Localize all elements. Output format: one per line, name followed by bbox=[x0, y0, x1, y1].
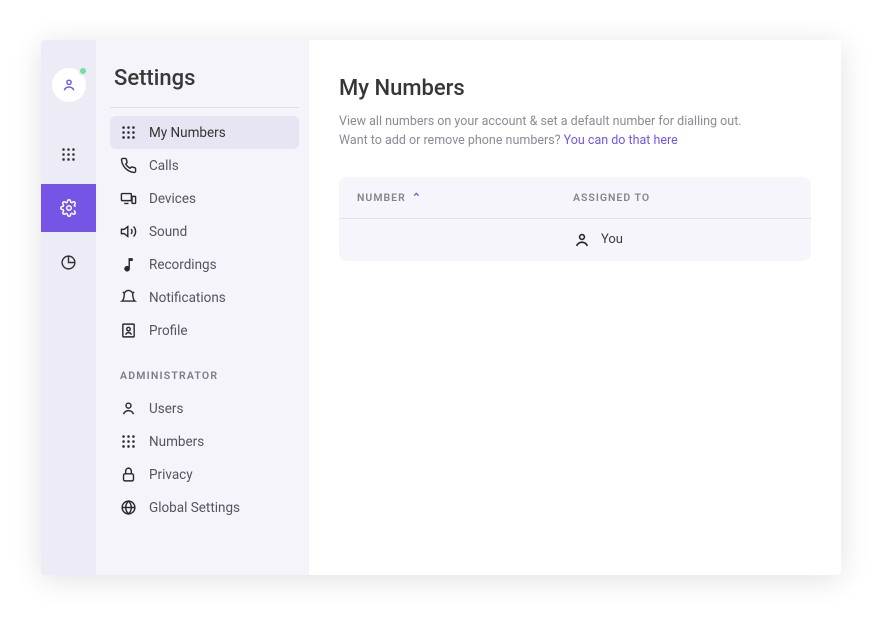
sound-icon bbox=[120, 223, 137, 240]
devices-icon bbox=[120, 190, 137, 207]
phone-icon bbox=[120, 157, 137, 174]
bell-icon bbox=[120, 289, 137, 306]
rail-analytics[interactable] bbox=[41, 238, 96, 286]
sidebar-item-calls[interactable]: Calls bbox=[110, 149, 299, 182]
numbers-table: NUMBER ⌃ ASSIGNED TO You bbox=[339, 177, 811, 261]
app-container: Settings My Numbers Calls Devices Sound … bbox=[41, 40, 841, 575]
sidebar-item-devices[interactable]: Devices bbox=[110, 182, 299, 215]
status-dot bbox=[78, 66, 88, 76]
person-icon bbox=[61, 77, 77, 93]
person-icon bbox=[120, 400, 137, 417]
sidebar-item-profile[interactable]: Profile bbox=[110, 314, 299, 347]
rail-settings[interactable] bbox=[41, 184, 96, 232]
column-assigned-label: ASSIGNED TO bbox=[573, 191, 650, 204]
navigation-rail bbox=[41, 40, 96, 575]
sidebar-item-label: Profile bbox=[149, 323, 188, 339]
sidebar-item-label: Global Settings bbox=[149, 500, 240, 516]
main-content: My Numbers View all numbers on your acco… bbox=[309, 40, 841, 575]
page-description: View all numbers on your account & set a… bbox=[339, 113, 811, 151]
gear-icon bbox=[60, 199, 78, 217]
sidebar-item-label: My Numbers bbox=[149, 125, 226, 141]
dialpad-icon bbox=[120, 124, 137, 141]
rail-dialpad[interactable] bbox=[41, 130, 96, 178]
globe-icon bbox=[120, 499, 137, 516]
sidebar-item-users[interactable]: Users bbox=[110, 392, 299, 425]
sidebar-item-numbers[interactable]: Numbers bbox=[110, 425, 299, 458]
music-note-icon bbox=[120, 256, 137, 273]
page-title: My Numbers bbox=[339, 76, 811, 101]
sidebar-item-global-settings[interactable]: Global Settings bbox=[110, 491, 299, 524]
sidebar-item-label: Sound bbox=[149, 224, 187, 240]
sort-arrow-up-icon: ⌃ bbox=[412, 191, 422, 204]
assigned-to-label: You bbox=[601, 232, 623, 247]
person-icon bbox=[573, 231, 591, 249]
table-row[interactable]: You bbox=[339, 219, 811, 261]
sidebar-title: Settings bbox=[110, 66, 299, 108]
dialpad-icon bbox=[60, 146, 77, 163]
desc-line-2: Want to add or remove phone numbers? bbox=[339, 133, 564, 148]
sidebar-item-label: Notifications bbox=[149, 290, 226, 306]
column-number[interactable]: NUMBER ⌃ bbox=[357, 191, 573, 204]
column-number-label: NUMBER bbox=[357, 191, 406, 204]
profile-card-icon bbox=[120, 322, 137, 339]
sidebar-item-recordings[interactable]: Recordings bbox=[110, 248, 299, 281]
table-header: NUMBER ⌃ ASSIGNED TO bbox=[339, 177, 811, 219]
lock-icon bbox=[120, 466, 137, 483]
pie-chart-icon bbox=[60, 254, 77, 271]
sidebar-item-label: Users bbox=[149, 401, 183, 417]
sidebar-item-notifications[interactable]: Notifications bbox=[110, 281, 299, 314]
sidebar-item-sound[interactable]: Sound bbox=[110, 215, 299, 248]
dialpad-icon bbox=[120, 433, 137, 450]
avatar[interactable] bbox=[52, 68, 86, 102]
desc-link[interactable]: You can do that here bbox=[564, 133, 678, 148]
sidebar-item-label: Recordings bbox=[149, 257, 217, 273]
settings-sidebar: Settings My Numbers Calls Devices Sound … bbox=[96, 40, 309, 575]
admin-section-label: ADMINISTRATOR bbox=[110, 347, 299, 392]
sidebar-item-privacy[interactable]: Privacy bbox=[110, 458, 299, 491]
sidebar-item-label: Numbers bbox=[149, 434, 204, 450]
sidebar-item-label: Privacy bbox=[149, 467, 193, 483]
desc-line-1: View all numbers on your account & set a… bbox=[339, 114, 742, 129]
sidebar-item-label: Devices bbox=[149, 191, 196, 207]
sidebar-item-label: Calls bbox=[149, 158, 179, 174]
cell-assigned: You bbox=[573, 231, 793, 249]
column-assigned[interactable]: ASSIGNED TO bbox=[573, 191, 793, 204]
sidebar-item-my-numbers[interactable]: My Numbers bbox=[110, 116, 299, 149]
